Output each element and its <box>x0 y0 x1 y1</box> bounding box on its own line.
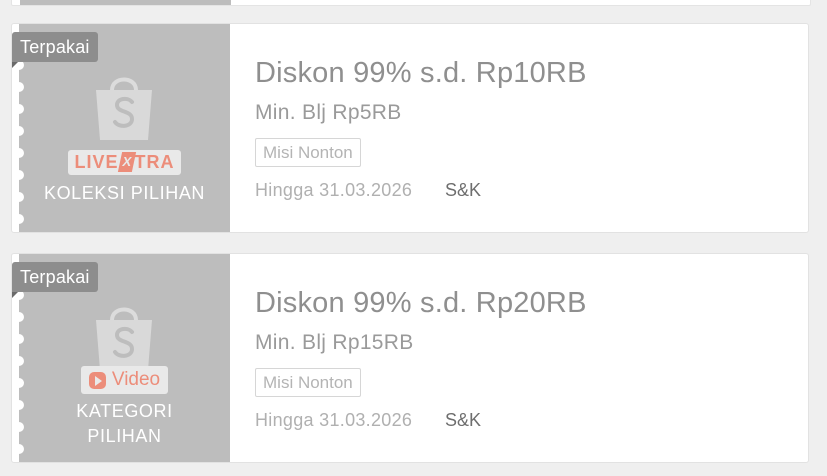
valid-until: Hingga 31.03.2026 <box>255 180 413 200</box>
voucher-details: Diskon 99% s.d. Rp10RB Min. Blj Rp5RB Mi… <box>255 24 808 232</box>
previous-voucher-stub <box>20 0 231 5</box>
terms-link[interactable]: S&K <box>445 410 481 431</box>
voucher-title: Diskon 99% s.d. Rp20RB <box>255 287 587 319</box>
livextra-logo: LIVE X TRA <box>19 150 230 175</box>
min-purchase: Min. Blj Rp5RB <box>255 101 402 124</box>
voucher-details: Diskon 99% s.d. Rp20RB Min. Blj Rp15RB M… <box>255 254 808 462</box>
terms-link[interactable]: S&K <box>445 180 481 201</box>
shopee-bag-icon <box>96 307 152 370</box>
voucher-category: KOLEKSI PILIHAN <box>43 183 206 203</box>
voucher-card[interactable]: Terpakai Video KATEGORI PILIHAN Diskon 9… <box>11 253 809 463</box>
previous-voucher-card[interactable] <box>11 0 811 6</box>
shopee-video-logo: Video <box>19 366 230 394</box>
mission-tag: Misi Nonton <box>255 368 361 397</box>
valid-until: Hingga 31.03.2026 <box>255 410 413 430</box>
video-play-icon <box>88 371 106 389</box>
used-badge: Terpakai <box>12 262 98 298</box>
voucher-card[interactable]: Terpakai LIVE X TRA KOLEKSI PILIHAN Diskon… <box>11 23 809 233</box>
shopee-bag-icon <box>96 77 152 140</box>
mission-tag: Misi Nonton <box>255 138 361 167</box>
min-purchase: Min. Blj Rp15RB <box>255 331 414 354</box>
voucher-title: Diskon 99% s.d. Rp10RB <box>255 57 587 89</box>
used-badge: Terpakai <box>12 32 98 68</box>
voucher-category: KATEGORI PILIHAN <box>76 401 173 446</box>
